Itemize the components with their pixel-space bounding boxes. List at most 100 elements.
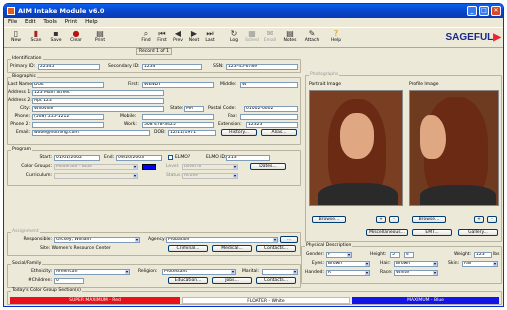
ethnicity-select[interactable]: American [54,269,130,275]
medical-button[interactable]: Medical... [212,245,252,252]
gallery-button[interactable]: Gallery... [458,229,498,236]
sched-button[interactable]: ▦ Sched [242,29,262,48]
portrait-add-button[interactable]: + [376,216,386,223]
extension-field[interactable]: 12323 [246,122,298,128]
work-phone-field[interactable]: 508 478-3425 [142,122,214,128]
app-icon [7,7,15,15]
maximize-button[interactable]: □ [479,6,489,16]
portrait-remove-button[interactable]: - [389,216,399,223]
dates-button[interactable]: Dates... [250,163,286,170]
portrait-browse-button[interactable]: Browse... [312,216,346,223]
status-select[interactable]: Active [182,173,238,179]
toolbar: ▯ New ▮ Scan ▪ Save ● Clear ▤ Print ⌕ Find ⏮ Fi… [4,27,503,48]
record-indicator: Record 1 of 1 [136,48,172,55]
clear-button[interactable]: ● Clear [66,29,86,48]
scan-button[interactable]: ▮ Scan [26,29,46,48]
religion-select[interactable]: Protestant [162,269,236,275]
floater-white-band: FLOATER - White [182,297,350,304]
notes-button[interactable]: ▤ Notes [280,29,300,48]
postal-code-field[interactable]: 01002-0002 [244,106,298,112]
eyes-select[interactable]: Brown [326,261,370,267]
curriculum-select[interactable] [54,173,138,179]
color-swatch [142,164,156,170]
site-text: Site: Women's Resource Center [40,246,111,251]
emt-button[interactable]: EMT... [412,229,452,236]
last-button[interactable]: ⏭ Last [200,29,220,48]
elmo-checkbox[interactable] [168,155,173,160]
gender-select[interactable]: F [326,252,352,258]
help-button[interactable]: ? Help [326,29,346,48]
menu-help[interactable]: Help [85,19,98,25]
agency-select[interactable]: Probation [166,237,278,243]
primary-id-field[interactable]: 22345 [38,64,100,70]
close-button[interactable]: ✕ [491,6,501,16]
middle-name-field[interactable]: W [240,82,298,88]
mobile-field[interactable] [142,114,214,120]
profile-remove-button[interactable]: - [487,216,497,223]
address1-field[interactable]: 123 Main Street [32,90,164,96]
jobs-button[interactable]: Jobs... [212,277,252,284]
secondary-id-field[interactable]: 1234 [142,64,202,70]
dob-field[interactable]: 12/11/1971 [168,130,216,136]
hair-select[interactable]: Brown [394,261,438,267]
menu-file[interactable]: File [8,19,17,25]
new-button[interactable]: ▯ New [6,29,26,48]
level-select[interactable]: Level III [182,164,238,170]
first-name-field[interactable]: WENDY [142,82,214,88]
phone-field[interactable]: (508) 555-1212 [32,114,104,120]
color-group-select[interactable]: Moderate - Blue [54,164,138,170]
email-button[interactable]: ✉ Email [260,29,280,48]
menu-print[interactable]: Print [65,19,78,25]
start-date-field[interactable]: 01/01/2002 [54,155,100,161]
weight-field[interactable]: 123 [474,252,492,258]
state-field[interactable]: MA [184,106,204,112]
handed-select[interactable]: R [326,270,370,276]
social-family-group: Social/Family Ethnicity: American Religi… [7,261,301,288]
criminal-button[interactable]: Criminal... [168,245,208,252]
ssn-field[interactable]: 123-45-6789 [226,64,298,70]
prev-icon: ◀ [174,29,182,38]
attach-button[interactable]: ✎ Attach [302,29,322,48]
education-button[interactable]: Education... [168,277,208,284]
save-icon: ▪ [53,29,59,38]
history-button[interactable]: History... [221,129,257,136]
program-group: Program Start: 01/01/2002 End: 09/20/200… [7,147,301,186]
contacts-button[interactable]: Contacts... [256,245,296,252]
end-date-field[interactable]: 09/20/2003 [116,155,162,161]
menu-tools[interactable]: Tools [43,19,57,25]
email-icon: ✉ [266,29,274,38]
assignment-group: Assignment Responsible: Orcsey, William … [7,229,301,256]
alias-button[interactable]: Alias... [261,129,297,136]
fax-field[interactable] [240,114,298,120]
save-button[interactable]: ▪ Save [46,29,66,48]
title-bar: AIM Intake Module v6.0 _ □ ✕ [4,4,503,18]
maximum-blue-band: MAXIMUM - Blue [352,297,499,304]
race-select[interactable]: White [394,270,438,276]
phone2-field[interactable] [32,122,104,128]
minimize-button[interactable]: _ [467,6,477,16]
children-field[interactable]: 0 [54,278,84,284]
social-contacts-button[interactable]: Contacts... [256,277,296,284]
address2-field[interactable]: Apt 123 [32,98,164,104]
skin-select[interactable]: Fair [462,261,498,267]
photographs-group: Photographs Portrait Image Profile Image… [305,72,502,242]
email-field[interactable]: wdoe@nothing.com [32,130,150,136]
marital-select[interactable] [262,269,298,275]
identification-group: Identification Primary ID: 22345 Seconda… [7,56,301,73]
miscellaneous-button[interactable]: Miscellaneous... [366,229,408,236]
last-name-field[interactable]: DOE [32,82,104,88]
elmo-id-field[interactable]: 213 [226,155,270,161]
next-icon: ▶ [190,29,198,38]
menu-edit[interactable]: Edit [25,19,36,25]
log-button[interactable]: ↻ Log [224,29,244,48]
agency-lookup-button[interactable]: ... [280,236,298,243]
height-feet-field[interactable]: 5 [390,252,400,258]
help-icon: ? [333,29,339,38]
responsible-select[interactable]: Orcsey, William [54,237,140,243]
print-button[interactable]: ▤ Print [90,29,110,48]
profile-browse-button[interactable]: Browse... [412,216,446,223]
height-inches-field[interactable]: 4 [404,252,414,258]
physical-description-group: Physical Description Gender: F Height: 5… [301,243,502,284]
profile-add-button[interactable]: + [474,216,484,223]
city-field[interactable]: Whoville [32,106,164,112]
